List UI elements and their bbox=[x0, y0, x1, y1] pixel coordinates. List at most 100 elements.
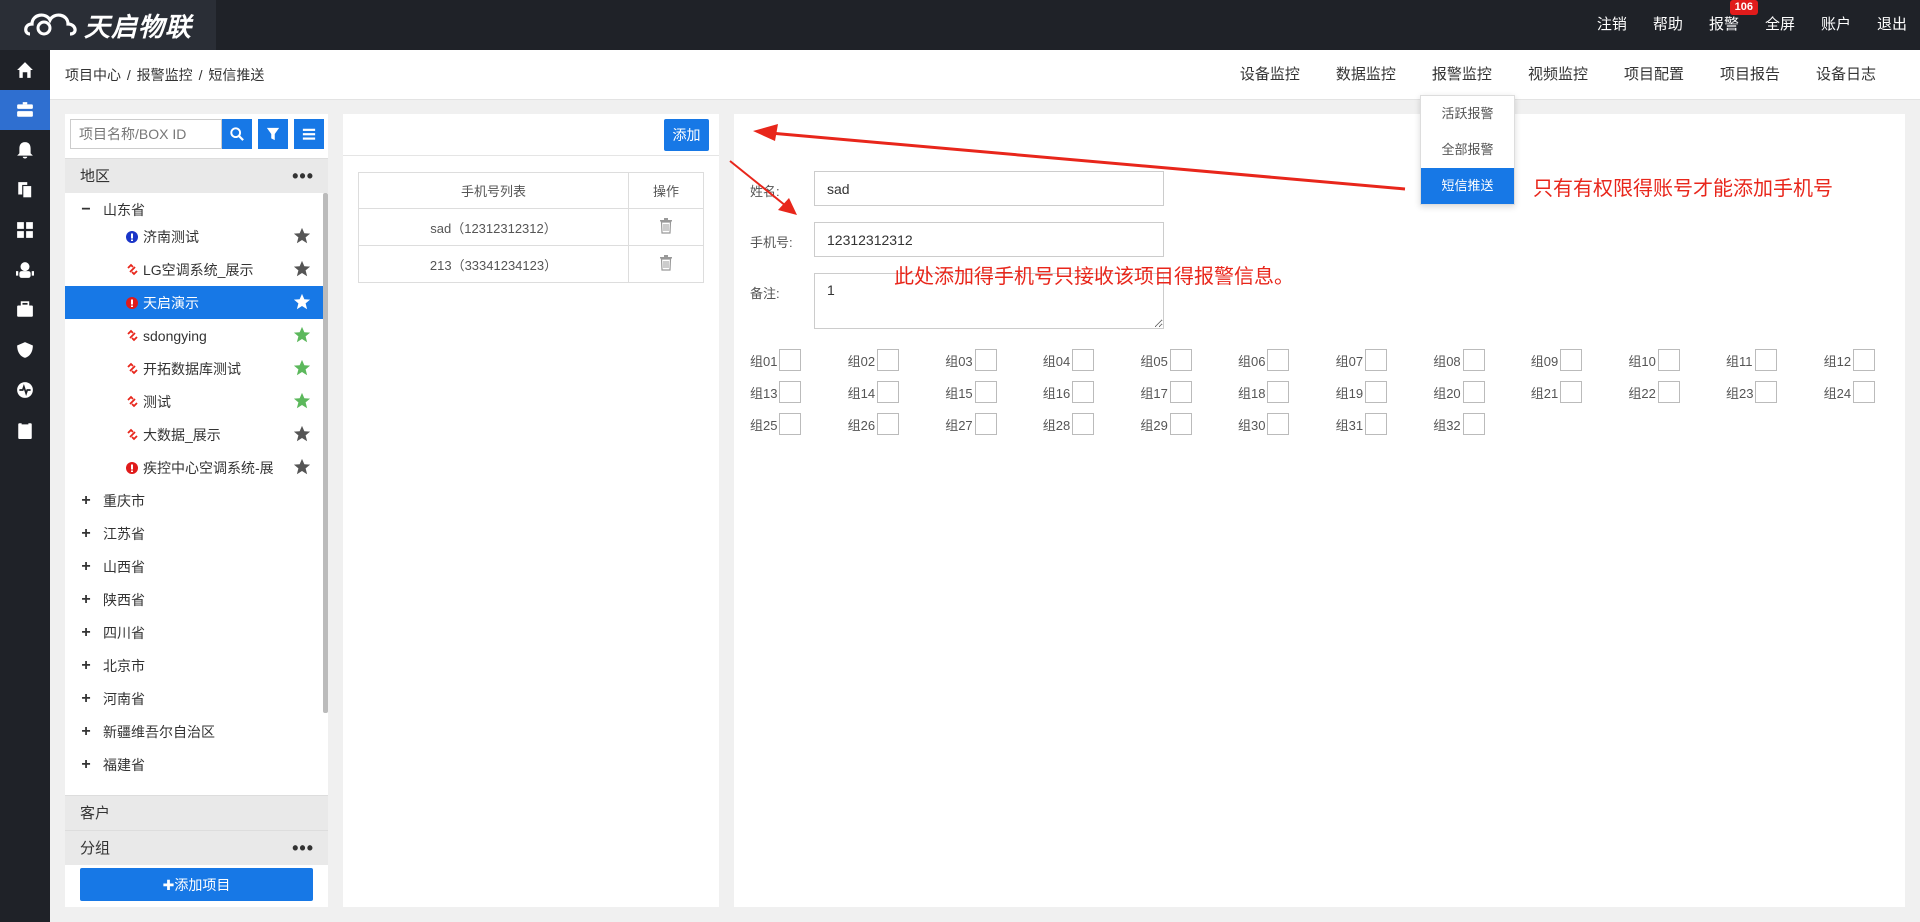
menu-item-active-alarm[interactable]: 活跃报警 bbox=[1421, 96, 1514, 132]
logout-link[interactable]: 注销 bbox=[1584, 0, 1640, 50]
tree-node-collapsed[interactable]: + 陕西省 bbox=[65, 583, 325, 616]
copy-icon[interactable] bbox=[0, 170, 50, 210]
checkbox[interactable] bbox=[974, 413, 997, 435]
project-item[interactable]: LG空调系统_展示 bbox=[65, 253, 325, 286]
checkbox[interactable] bbox=[1853, 349, 1876, 371]
alarm-link[interactable]: 报警 106 bbox=[1696, 0, 1758, 50]
star-icon[interactable] bbox=[293, 227, 311, 245]
dashboard-icon[interactable] bbox=[0, 210, 50, 250]
shield-icon[interactable] bbox=[0, 330, 50, 370]
group-checkbox[interactable]: 组29 bbox=[1140, 413, 1192, 435]
checkbox[interactable] bbox=[779, 349, 802, 371]
group-checkbox[interactable]: 组21 bbox=[1531, 381, 1583, 403]
star-icon[interactable] bbox=[293, 326, 311, 344]
group-checkbox[interactable]: 组17 bbox=[1140, 381, 1192, 403]
checkbox[interactable] bbox=[1462, 413, 1485, 435]
trash-icon[interactable] bbox=[659, 254, 673, 271]
region-header[interactable]: 地区 ••• bbox=[65, 158, 328, 193]
plus-icon[interactable]: + bbox=[71, 591, 101, 609]
project-icon[interactable] bbox=[0, 90, 50, 130]
search-input[interactable] bbox=[70, 119, 222, 149]
group-header[interactable]: 分组 ••• bbox=[65, 830, 328, 865]
checkbox[interactable] bbox=[1365, 381, 1388, 403]
group-checkbox[interactable]: 组07 bbox=[1336, 349, 1388, 371]
group-checkbox[interactable]: 组31 bbox=[1336, 413, 1388, 435]
checkbox[interactable] bbox=[779, 381, 802, 403]
checkbox[interactable] bbox=[1755, 381, 1778, 403]
checkbox[interactable] bbox=[1853, 381, 1876, 403]
tree-node-collapsed[interactable]: + 北京市 bbox=[65, 649, 325, 682]
add-project-button[interactable]: ✚添加项目 bbox=[80, 868, 313, 901]
checkbox[interactable] bbox=[974, 381, 997, 403]
group-checkbox[interactable]: 组24 bbox=[1824, 381, 1876, 403]
group-checkbox[interactable]: 组22 bbox=[1628, 381, 1680, 403]
breadcrumb-item[interactable]: 报警监控 bbox=[137, 67, 193, 83]
checkbox[interactable] bbox=[1462, 381, 1485, 403]
group-checkbox[interactable]: 组12 bbox=[1824, 349, 1876, 371]
bell-icon[interactable] bbox=[0, 130, 50, 170]
star-icon[interactable] bbox=[293, 392, 311, 410]
checkbox[interactable] bbox=[1365, 349, 1388, 371]
phone-cell[interactable]: sad（12312312312） bbox=[358, 208, 629, 246]
tab-device-log[interactable]: 设备日志 bbox=[1798, 50, 1894, 100]
activity-icon[interactable] bbox=[0, 370, 50, 410]
group-checkbox[interactable]: 组04 bbox=[1043, 349, 1095, 371]
menu-item-all-alarm[interactable]: 全部报警 bbox=[1421, 132, 1514, 168]
tree-node-collapsed[interactable]: + 四川省 bbox=[65, 616, 325, 649]
clipboard-icon[interactable] bbox=[0, 410, 50, 450]
group-checkbox[interactable]: 组26 bbox=[848, 413, 900, 435]
robot-icon[interactable] bbox=[0, 250, 50, 290]
group-checkbox[interactable]: 组15 bbox=[945, 381, 997, 403]
group-checkbox[interactable]: 组13 bbox=[750, 381, 802, 403]
table-row[interactable]: sad（12312312312） bbox=[358, 208, 704, 246]
plus-icon[interactable]: + bbox=[71, 723, 101, 741]
group-checkbox[interactable]: 组28 bbox=[1043, 413, 1095, 435]
checkbox[interactable] bbox=[1169, 349, 1192, 371]
checkbox[interactable] bbox=[1754, 349, 1777, 371]
project-item[interactable]: 测试 bbox=[65, 385, 325, 418]
star-icon[interactable] bbox=[293, 458, 311, 476]
group-checkbox[interactable]: 组06 bbox=[1238, 349, 1290, 371]
group-checkbox[interactable]: 组05 bbox=[1140, 349, 1192, 371]
checkbox[interactable] bbox=[1560, 381, 1583, 403]
more-icon[interactable]: ••• bbox=[292, 159, 314, 194]
tab-device-monitor[interactable]: 设备监控 bbox=[1222, 50, 1318, 100]
trash-icon[interactable] bbox=[659, 217, 673, 234]
plus-icon[interactable]: + bbox=[71, 690, 101, 708]
group-checkbox[interactable]: 组30 bbox=[1238, 413, 1290, 435]
group-checkbox[interactable]: 组09 bbox=[1531, 349, 1583, 371]
phone-cell[interactable]: 213（33341234123） bbox=[358, 245, 629, 283]
plus-icon[interactable]: + bbox=[71, 756, 101, 774]
group-checkbox[interactable]: 组11 bbox=[1726, 349, 1777, 371]
project-item-selected[interactable]: 天启演示 bbox=[65, 286, 325, 319]
star-icon[interactable] bbox=[293, 425, 311, 443]
project-item[interactable]: 疾控中心空调系统-展 bbox=[65, 451, 325, 484]
tree-scrollbar[interactable] bbox=[323, 193, 328, 713]
star-icon[interactable] bbox=[293, 359, 311, 377]
tree-node-collapsed[interactable]: + 新疆维吾尔自治区 bbox=[65, 715, 325, 748]
group-checkbox[interactable]: 组14 bbox=[848, 381, 900, 403]
tab-video-monitor[interactable]: 视频监控 bbox=[1510, 50, 1606, 100]
checkbox[interactable] bbox=[974, 349, 997, 371]
account-link[interactable]: 账户 bbox=[1808, 0, 1864, 50]
tree-node-collapsed[interactable]: + 江苏省 bbox=[65, 517, 325, 550]
checkbox[interactable] bbox=[1169, 413, 1192, 435]
checkbox[interactable] bbox=[1657, 349, 1680, 371]
plus-icon[interactable]: + bbox=[71, 492, 101, 510]
more-icon[interactable]: ••• bbox=[292, 831, 314, 866]
exit-link[interactable]: 退出 bbox=[1864, 0, 1920, 50]
group-checkbox[interactable]: 组25 bbox=[750, 413, 802, 435]
fullscreen-link[interactable]: 全屏 bbox=[1752, 0, 1808, 50]
checkbox[interactable] bbox=[1462, 349, 1485, 371]
checkbox[interactable] bbox=[1267, 381, 1290, 403]
checkbox[interactable] bbox=[1072, 349, 1095, 371]
checkbox[interactable] bbox=[1267, 349, 1290, 371]
group-checkbox[interactable]: 组08 bbox=[1433, 349, 1485, 371]
plus-icon[interactable]: + bbox=[71, 525, 101, 543]
star-icon[interactable] bbox=[293, 260, 311, 278]
tab-project-report[interactable]: 项目报告 bbox=[1702, 50, 1798, 100]
project-item[interactable]: 开拓数据库测试 bbox=[65, 352, 325, 385]
tree-node-collapsed[interactable]: + 山西省 bbox=[65, 550, 325, 583]
tab-project-config[interactable]: 项目配置 bbox=[1606, 50, 1702, 100]
checkbox[interactable] bbox=[1657, 381, 1680, 403]
